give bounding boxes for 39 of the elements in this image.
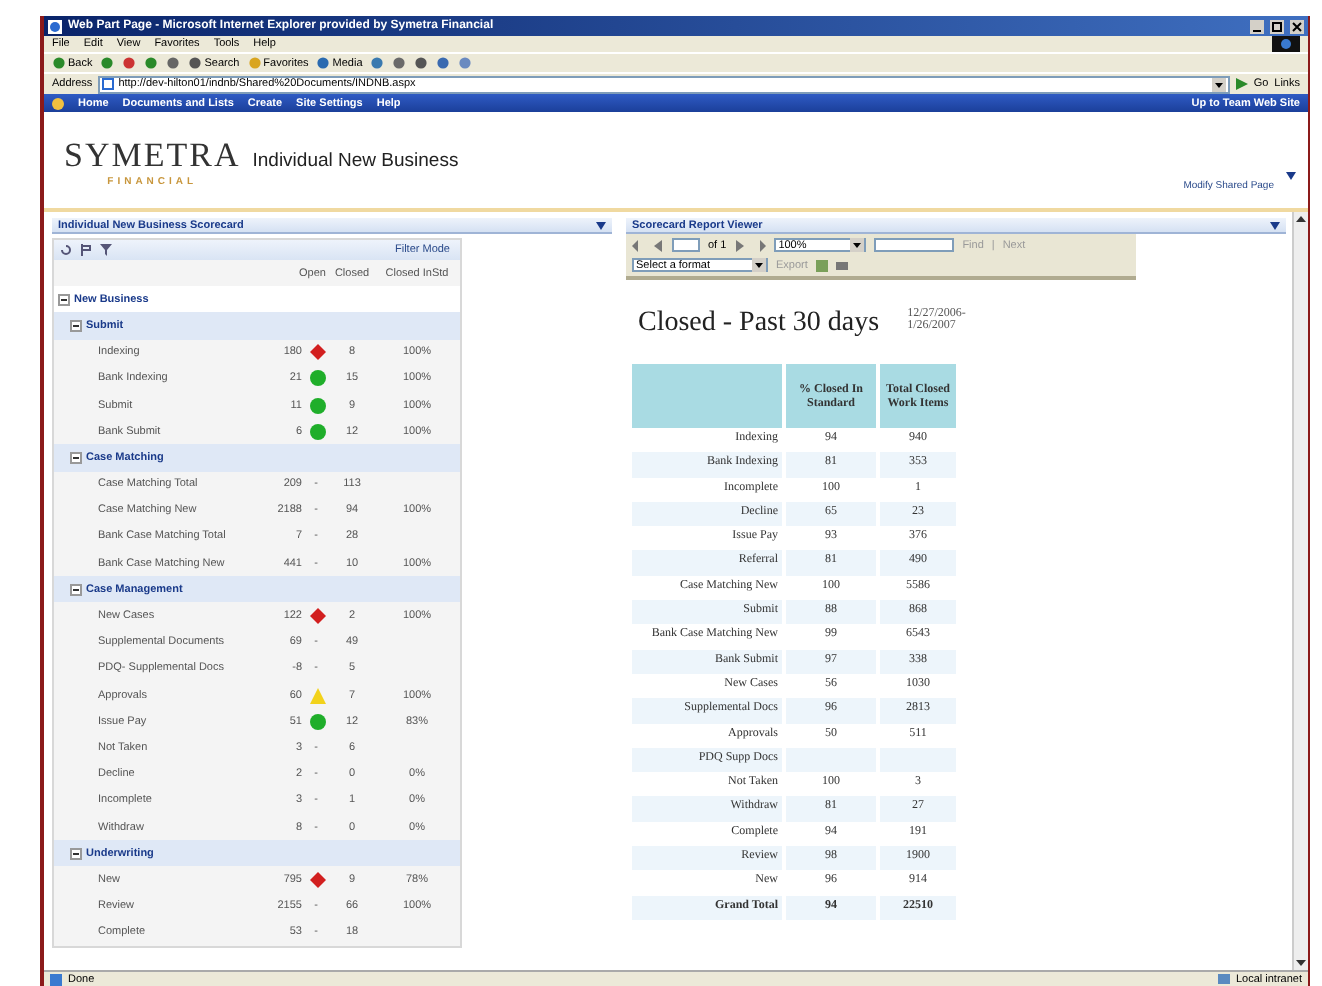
- next-page-icon[interactable]: [734, 239, 747, 251]
- scrollbar[interactable]: [1292, 212, 1308, 970]
- collapse-icon[interactable]: [58, 293, 70, 306]
- go-arrow-icon: [1235, 78, 1248, 90]
- dropdown-button-icon[interactable]: [850, 238, 865, 252]
- triangle-icon: [310, 687, 326, 704]
- flag-icon[interactable]: [80, 244, 92, 256]
- collapse-icon[interactable]: [70, 319, 82, 332]
- previous-page-icon[interactable]: [652, 239, 664, 251]
- circle-icon: [310, 423, 326, 440]
- browser-icon: [48, 19, 62, 33]
- collapse-icon[interactable]: [70, 847, 82, 860]
- collapse-icon[interactable]: [70, 583, 82, 596]
- dropdown-icon[interactable]: [1270, 221, 1280, 229]
- report-title: Closed - Past 30 days: [638, 308, 880, 340]
- circle-icon: [310, 713, 326, 730]
- maximize-icon[interactable]: [1270, 19, 1284, 33]
- close-icon[interactable]: [1290, 19, 1304, 33]
- last-page-icon[interactable]: [754, 239, 767, 251]
- scroll-up-icon[interactable]: [1294, 212, 1308, 226]
- diamond-icon: [310, 608, 326, 625]
- diamond-icon: [310, 871, 326, 888]
- find-field[interactable]: [874, 238, 955, 252]
- minimize-icon[interactable]: [1250, 19, 1264, 33]
- diamond-icon: [310, 344, 326, 361]
- circle-icon: [310, 397, 326, 414]
- site-title: Individual New Business: [252, 150, 461, 172]
- dropdown-icon[interactable]: [1286, 172, 1296, 180]
- dropdown-button-icon[interactable]: [1211, 77, 1226, 91]
- first-page-icon[interactable]: [632, 239, 644, 251]
- circle-icon: [310, 370, 326, 387]
- page-field[interactable]: [672, 238, 700, 252]
- dropdown-button-icon[interactable]: [752, 258, 766, 272]
- logo-text: SYMETRA: [64, 138, 241, 172]
- dropdown-icon[interactable]: [596, 221, 606, 229]
- filter-icon[interactable]: [100, 244, 112, 256]
- undo-icon[interactable]: [60, 244, 72, 256]
- collapse-icon[interactable]: [70, 451, 82, 464]
- browser-logo-icon: [1272, 36, 1300, 52]
